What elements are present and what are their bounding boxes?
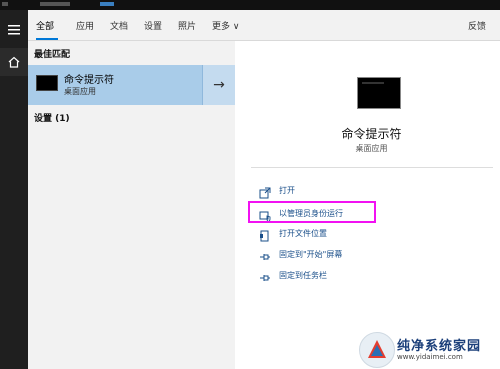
action-open[interactable]: 打开: [259, 183, 295, 199]
tab-more-label: 更多: [212, 22, 231, 32]
divider: [251, 167, 493, 168]
cmd-app-icon: [36, 75, 58, 91]
watermark-url: www.yidaimei.com: [397, 353, 463, 361]
results-pane: 最佳匹配 命令提示符 桌面应用 → 设置 (1): [28, 41, 235, 369]
result-subtitle: 桌面应用: [64, 87, 96, 96]
action-pin-to-start-label: 固定到"开始"屏幕: [279, 249, 343, 259]
active-tab-indicator: [36, 38, 58, 40]
top-strip-mark: [40, 2, 70, 6]
best-match-result[interactable]: 命令提示符 桌面应用 →: [28, 65, 235, 105]
action-open-file-location[interactable]: 打开文件位置: [259, 226, 327, 242]
watermark-logo-icon: [359, 332, 395, 368]
left-rail: [0, 10, 28, 369]
tab-settings[interactable]: 设置: [144, 19, 162, 32]
action-open-file-location-label: 打开文件位置: [279, 228, 327, 238]
tab-apps[interactable]: 应用: [76, 19, 94, 32]
settings-heading[interactable]: 设置 (1): [34, 111, 70, 124]
tab-photos[interactable]: 照片: [178, 19, 196, 32]
open-icon: [259, 184, 271, 199]
pin-icon: [259, 269, 271, 281]
result-name: 命令提示符: [64, 75, 114, 86]
action-pin-to-taskbar[interactable]: 固定到任务栏: [259, 268, 327, 282]
top-window-strip: [0, 0, 500, 10]
app-title: 命令提示符: [341, 127, 402, 141]
tab-documents[interactable]: 文档: [110, 19, 128, 32]
top-strip-mark: [100, 2, 114, 6]
chevron-down-icon: ∨: [232, 22, 240, 32]
highlight-annotation-box: [248, 201, 376, 223]
feedback-link[interactable]: 反馈: [468, 19, 486, 32]
app-subtitle: 桌面应用: [355, 144, 388, 153]
expand-arrow-icon[interactable]: →: [202, 65, 235, 105]
cmd-large-icon: [357, 77, 401, 109]
action-open-label: 打开: [279, 185, 295, 195]
hamburger-icon[interactable]: [0, 16, 28, 44]
tab-all[interactable]: 全部: [36, 19, 54, 32]
home-icon[interactable]: [0, 48, 28, 76]
action-pin-to-taskbar-label: 固定到任务栏: [279, 270, 327, 280]
best-match-heading: 最佳匹配: [34, 50, 71, 60]
pin-icon: [259, 248, 271, 260]
watermark-brand: 纯净系统家园: [397, 339, 482, 354]
action-pin-to-start[interactable]: 固定到"开始"屏幕: [259, 247, 342, 261]
top-strip-mark: [2, 2, 8, 6]
search-tab-bar: 全部 应用 文档 设置 照片 更多 ∨ 反馈: [28, 10, 500, 41]
file-location-icon: [259, 227, 271, 242]
tab-more[interactable]: 更多 ∨: [212, 19, 239, 32]
site-watermark: 纯净系统家园 www.yidaimei.com: [355, 318, 497, 368]
